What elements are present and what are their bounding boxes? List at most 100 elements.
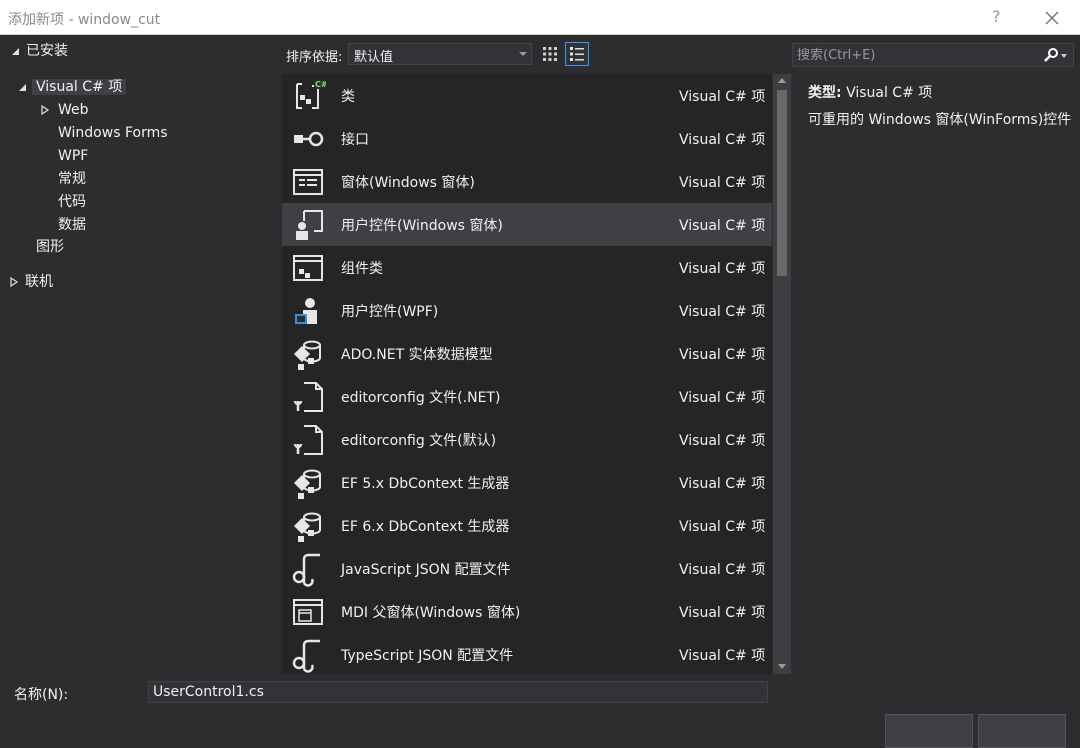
tree-label: 已安装 — [26, 43, 68, 59]
template-item[interactable]: EF 6.x DbContext 生成器 Visual C# 项 — [282, 504, 772, 547]
tree-item-online[interactable]: 联机 — [8, 271, 53, 293]
json-file-icon — [292, 553, 320, 587]
template-item[interactable]: JavaScript JSON 配置文件 Visual C# 项 — [282, 547, 772, 590]
form-icon — [293, 169, 323, 195]
tree-item-graphics[interactable]: 图形 — [36, 236, 64, 258]
template-type: Visual C# 项 — [679, 476, 766, 492]
scroll-down-icon[interactable] — [778, 664, 786, 669]
help-button[interactable]: ? — [992, 7, 1001, 26]
user-control-icon — [296, 210, 323, 240]
scroll-up-icon[interactable] — [778, 78, 786, 83]
window-title: 添加新项 - window_cut — [8, 12, 161, 28]
small-icons-view-button[interactable] — [538, 42, 562, 66]
template-type: Visual C# 项 — [679, 433, 766, 449]
tree-item-wpf[interactable]: WPF — [58, 145, 88, 167]
template-type: Visual C# 项 — [679, 261, 766, 277]
details-description: 可重用的 Windows 窗体(WinForms)控件 — [808, 112, 1072, 128]
search-options-dropdown-icon[interactable] — [1061, 54, 1067, 58]
details-type-value: Visual C# 项 — [846, 85, 933, 101]
tree-label: 联机 — [25, 274, 53, 290]
add-button[interactable] — [885, 714, 973, 748]
details-panel: 类型: Visual C# 项 可重用的 Windows 窗体(WinForms… — [792, 74, 1080, 674]
chevron-down-icon — [519, 52, 527, 56]
template-type: Visual C# 项 — [679, 89, 766, 105]
search-input[interactable] — [797, 46, 1033, 64]
tree-item-code[interactable]: 代码 — [58, 191, 86, 213]
tree-item-visual-csharp[interactable]: Visual C# 项 — [16, 76, 127, 98]
list-view-button[interactable] — [565, 42, 589, 66]
template-name: 组件类 — [341, 261, 383, 277]
tree-label: 常规 — [58, 171, 86, 187]
template-type: Visual C# 项 — [679, 175, 766, 191]
template-item[interactable]: editorconfig 文件(默认) Visual C# 项 — [282, 418, 772, 461]
tree-label: WPF — [58, 148, 89, 164]
mdi-form-icon — [293, 599, 323, 625]
template-type: Visual C# 项 — [679, 605, 766, 621]
entity-model-icon — [294, 340, 321, 370]
template-item[interactable]: 用户控件(Windows 窗体) Visual C# 项 — [282, 203, 772, 246]
template-item[interactable]: 组件类 Visual C# 项 — [282, 246, 772, 289]
search-box[interactable] — [792, 43, 1074, 67]
collapsed-triangle-icon[interactable] — [8, 276, 20, 288]
json-file-icon — [292, 639, 320, 673]
config-file-icon — [293, 382, 323, 412]
template-item[interactable]: TypeScript JSON 配置文件 Visual C# 项 — [282, 633, 772, 674]
template-item[interactable]: C# 类 Visual C# 项 — [282, 74, 772, 117]
class-icon: C# — [296, 80, 326, 109]
tree-label: 代码 — [58, 194, 86, 210]
template-name: editorconfig 文件(.NET) — [341, 390, 501, 406]
template-name: MDI 父窗体(Windows 窗体) — [341, 605, 521, 621]
sort-value: 默认值 — [354, 50, 394, 65]
wpf-user-control-icon — [295, 298, 317, 324]
title-bar: 添加新项 - window_cut ? — [0, 0, 1080, 35]
tree-item-windows-forms[interactable]: Windows Forms — [58, 122, 168, 144]
template-name: ADO.NET 实体数据模型 — [341, 347, 493, 363]
scrollbar-thumb[interactable] — [777, 90, 787, 276]
template-type: Visual C# 项 — [679, 347, 766, 363]
template-item[interactable]: EF 5.x DbContext 生成器 Visual C# 项 — [282, 461, 772, 504]
sort-bar: 排序依据: 默认值 — [278, 35, 773, 73]
list-scrollbar[interactable] — [773, 74, 791, 674]
template-type: Visual C# 项 — [679, 562, 766, 578]
template-name: JavaScript JSON 配置文件 — [341, 562, 511, 578]
config-file-icon — [293, 425, 323, 455]
template-type: Visual C# 项 — [679, 390, 766, 406]
name-input[interactable] — [148, 681, 768, 703]
template-item[interactable]: editorconfig 文件(.NET) Visual C# 项 — [282, 375, 772, 418]
template-name: 窗体(Windows 窗体) — [341, 175, 475, 191]
close-icon[interactable] — [1040, 6, 1064, 30]
expanded-triangle-icon[interactable] — [10, 45, 22, 57]
component-icon — [293, 255, 323, 281]
grid-view-icon — [543, 47, 557, 61]
template-item[interactable]: 窗体(Windows 窗体) Visual C# 项 — [282, 160, 772, 203]
template-type: Visual C# 项 — [679, 132, 766, 148]
name-label: 名称(N): — [14, 687, 69, 703]
template-item[interactable]: MDI 父窗体(Windows 窗体) Visual C# 项 — [282, 590, 772, 633]
sort-dropdown[interactable]: 默认值 — [348, 43, 532, 65]
cancel-button[interactable] — [978, 714, 1066, 748]
collapsed-triangle-icon[interactable] — [39, 104, 51, 116]
template-type: Visual C# 项 — [679, 648, 766, 664]
details-type: 类型: Visual C# 项 — [808, 82, 932, 102]
template-name: EF 5.x DbContext 生成器 — [341, 476, 510, 492]
template-name: EF 6.x DbContext 生成器 — [341, 519, 510, 535]
template-type: Visual C# 项 — [679, 519, 766, 535]
tree-item-installed[interactable]: 已安装 — [8, 40, 68, 62]
tree-item-general[interactable]: 常规 — [58, 168, 86, 190]
list-view-icon — [570, 47, 584, 61]
template-list: C#类Visual C# 项接口Visual C# 项窗体(Windows 窗体… — [282, 74, 772, 674]
svg-text:C#: C# — [315, 80, 326, 89]
template-item[interactable]: ADO.NET 实体数据模型 Visual C# 项 — [282, 332, 772, 375]
template-item[interactable]: 用户控件(WPF) Visual C# 项 — [282, 289, 772, 332]
search-icon[interactable] — [1043, 47, 1059, 63]
tree-label: 图形 — [36, 239, 64, 255]
details-type-label: 类型: — [808, 85, 842, 101]
template-name: 接口 — [341, 132, 369, 148]
tree-label: 数据 — [58, 217, 86, 233]
expanded-triangle-icon[interactable] — [17, 81, 29, 93]
tree-item-data[interactable]: 数据 — [58, 214, 86, 236]
tree-item-web[interactable]: Web — [38, 99, 89, 121]
category-tree: 已安装 Visual C# 项 Web Windows Forms WPF 常规… — [0, 35, 278, 673]
template-item[interactable]: 接口 Visual C# 项 — [282, 117, 772, 160]
tree-label: Visual C# 项 — [32, 79, 127, 95]
